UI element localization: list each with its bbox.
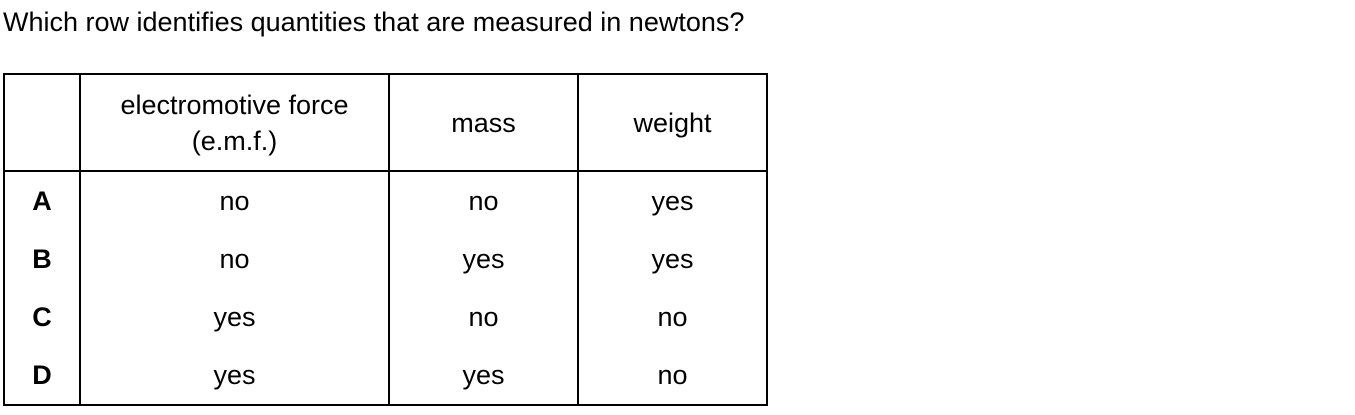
row-emf-value: no (79, 230, 390, 288)
header-emf-line2: (e.m.f.) (191, 125, 278, 156)
table-header-row: electromotive force (e.m.f.) mass weight (3, 73, 768, 172)
row-emf-value: no (79, 171, 390, 230)
row-key: D (3, 346, 81, 406)
row-mass-value: no (388, 171, 579, 230)
row-mass-value: yes (388, 230, 579, 288)
row-emf-value: yes (79, 288, 390, 346)
row-key: A (3, 171, 81, 230)
header-mass: mass (388, 73, 579, 172)
row-mass-value: no (388, 288, 579, 346)
question-text: Which row identifies quantities that are… (3, 7, 745, 37)
row-emf-value: yes (79, 346, 390, 406)
row-key: B (3, 230, 81, 288)
header-emf-line1: electromotive force (120, 89, 349, 120)
row-weight-value: no (577, 288, 768, 346)
row-weight-value: no (577, 346, 768, 406)
row-weight-value: yes (577, 230, 768, 288)
table-row: B no yes yes (3, 230, 768, 288)
table-row: C yes no no (3, 288, 768, 346)
table-row: D yes yes no (3, 346, 768, 406)
header-weight: weight (577, 73, 768, 172)
answer-table: electromotive force (e.m.f.) mass weight… (3, 73, 768, 406)
row-key: C (3, 288, 81, 346)
row-weight-value: yes (577, 171, 768, 230)
table-row: A no no yes (3, 171, 768, 230)
header-key-cell (3, 73, 81, 172)
header-emf: electromotive force (e.m.f.) (79, 73, 390, 172)
row-mass-value: yes (388, 346, 579, 406)
